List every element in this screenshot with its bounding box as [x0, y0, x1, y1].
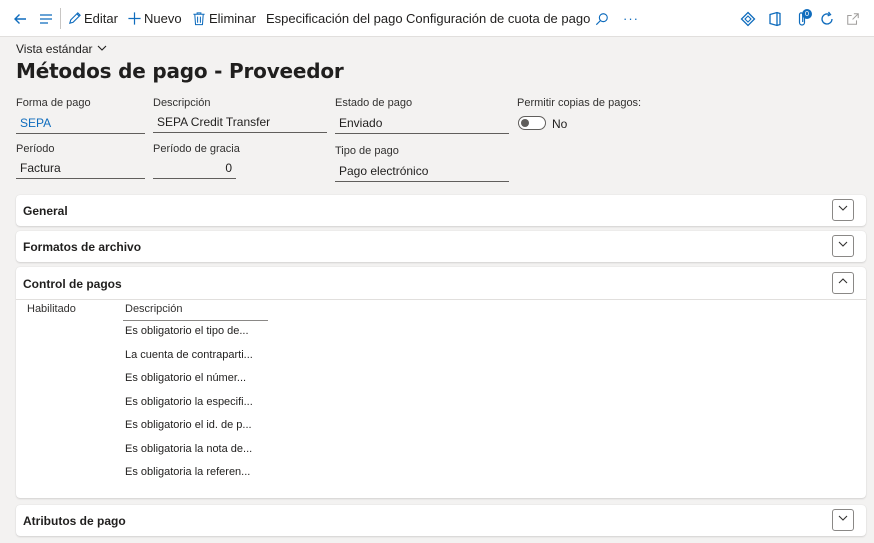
chevron-down-icon	[97, 42, 107, 56]
power-apps-button[interactable]	[740, 0, 756, 37]
back-arrow-icon	[12, 11, 28, 27]
table-row[interactable]: Es obligatorio el id. de p...	[125, 419, 270, 431]
view-label: Vista estándar	[16, 42, 93, 56]
column-header-enabled[interactable]: Habilitado	[27, 303, 76, 315]
refresh-button[interactable]	[819, 0, 835, 37]
section-payment-control-title: Control de pagos	[23, 277, 122, 291]
action-pane: Editar Nuevo Eliminar Especificación del…	[0, 0, 874, 37]
section-general-title: General	[23, 204, 68, 218]
description-field[interactable]: SEPA Credit Transfer	[153, 112, 327, 133]
expand-general-button[interactable]	[832, 199, 854, 221]
menu-button[interactable]	[38, 0, 54, 37]
chevron-up-icon	[837, 274, 849, 292]
section-payment-attributes[interactable]: Atributos de pago	[16, 505, 866, 536]
table-row[interactable]: Es obligatorio el tipo de...	[125, 325, 270, 337]
chevron-down-icon	[837, 237, 849, 255]
grace-period-label: Período de gracia	[153, 143, 240, 155]
column-header-description[interactable]: Descripción	[125, 303, 182, 315]
office-icon	[768, 11, 782, 27]
table-row[interactable]: Es obligatoria la nota de...	[125, 443, 270, 455]
payment-method-field[interactable]: SEPA	[16, 113, 145, 134]
delete-label: Eliminar	[209, 11, 256, 26]
more-options-label: ···	[623, 11, 639, 26]
delete-button[interactable]: Eliminar	[192, 0, 256, 37]
expand-payment-attributes-button[interactable]	[832, 509, 854, 531]
attachments-count-badge: 0	[802, 9, 812, 19]
grace-period-field[interactable]: 0	[153, 158, 236, 179]
hamburger-icon	[38, 11, 54, 27]
payment-type-label: Tipo de pago	[335, 145, 399, 157]
trash-icon	[192, 11, 206, 26]
search-icon	[595, 12, 609, 26]
edit-label: Editar	[84, 11, 118, 26]
section-general[interactable]: General	[16, 195, 866, 226]
payment-specification-button[interactable]: Especificación del pago	[266, 0, 403, 37]
allow-copies-value: No	[552, 117, 568, 131]
new-label: Nuevo	[144, 11, 182, 26]
grid-header-divider	[16, 299, 866, 300]
diamond-icon	[740, 11, 756, 27]
allow-copies-toggle[interactable]	[518, 116, 546, 130]
chevron-down-icon	[837, 511, 849, 529]
payment-fee-config-button[interactable]: Configuración de cuota de pago	[406, 0, 590, 37]
chevron-down-icon	[837, 201, 849, 219]
table-row[interactable]: Es obligatorio el númer...	[125, 372, 270, 384]
more-options-button[interactable]: ···	[623, 0, 639, 37]
payment-status-field[interactable]: Enviado	[335, 113, 509, 134]
allow-copies-label: Permitir copias de pagos:	[517, 97, 642, 109]
section-file-formats-title: Formatos de archivo	[23, 240, 142, 254]
plus-icon	[127, 11, 142, 26]
pencil-icon	[67, 11, 82, 26]
payment-status-label: Estado de pago	[335, 97, 413, 109]
table-row[interactable]: Es obligatorio la especifi...	[125, 396, 270, 408]
refresh-icon	[819, 11, 835, 27]
table-row[interactable]: Es obligatoria la referen...	[125, 466, 270, 478]
page-title: Métodos de pago - Proveedor	[16, 59, 344, 83]
toggle-knob	[521, 119, 529, 127]
payment-specification-label: Especificación del pago	[266, 11, 403, 26]
pop-out-icon	[846, 12, 860, 26]
payment-type-field[interactable]: Pago electrónico	[335, 161, 509, 182]
new-button[interactable]: Nuevo	[127, 0, 182, 37]
description-label: Descripción	[153, 97, 211, 109]
section-payment-control: Control de pagos Habilitado Descripción …	[16, 267, 866, 498]
back-button[interactable]	[12, 0, 28, 37]
selected-row-underline	[123, 320, 268, 321]
period-field[interactable]: Factura	[16, 158, 145, 179]
office-button[interactable]	[768, 0, 782, 37]
collapse-payment-control-button[interactable]	[832, 272, 854, 294]
section-file-formats[interactable]: Formatos de archivo	[16, 231, 866, 262]
period-label: Período	[16, 143, 55, 155]
view-selector[interactable]: Vista estándar	[16, 42, 107, 56]
toolbar-divider	[60, 8, 61, 29]
search-button[interactable]	[595, 0, 609, 37]
table-row[interactable]: La cuenta de contraparti...	[125, 349, 270, 361]
expand-file-formats-button[interactable]	[832, 235, 854, 257]
payment-fee-config-label: Configuración de cuota de pago	[406, 11, 591, 26]
edit-button[interactable]: Editar	[67, 0, 118, 37]
open-new-window-button[interactable]	[846, 0, 860, 37]
payment-method-label: Forma de pago	[16, 97, 91, 109]
section-payment-attributes-title: Atributos de pago	[23, 514, 126, 528]
